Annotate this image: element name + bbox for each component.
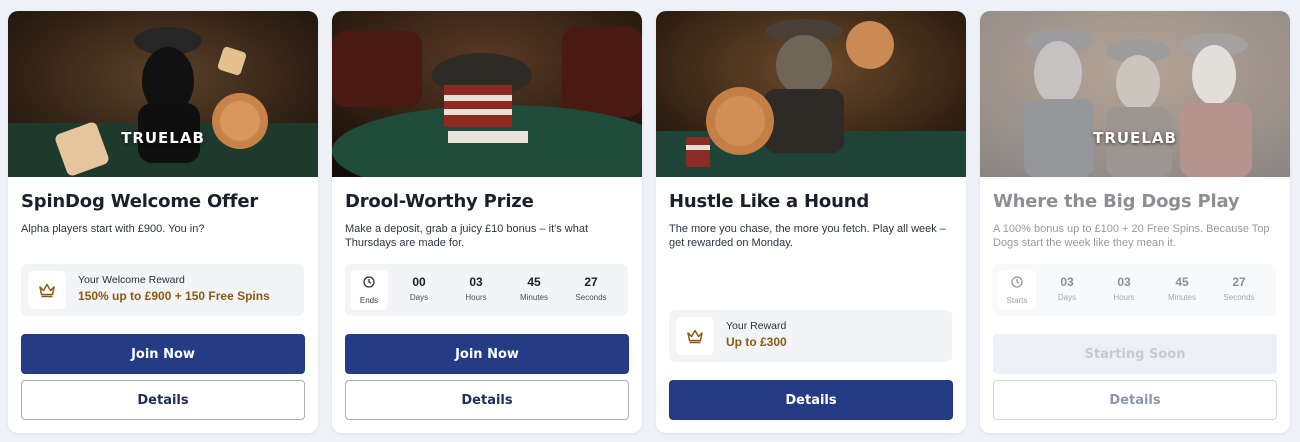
reward-box: Your Reward Up to £300 <box>669 310 952 362</box>
timer-status: Ends <box>350 270 388 310</box>
promo-card-hustle-hound: Hustle Like a Hound The more you chase, … <box>656 11 966 433</box>
promo-description: Make a deposit, grab a juicy £10 bonus –… <box>345 223 589 249</box>
reward-value: Up to £300 <box>726 335 787 349</box>
promo-description: The more you chase, the more you fetch. … <box>669 223 946 249</box>
promo-title: Where the Big Dogs Play <box>993 191 1240 212</box>
timer-days: 03 Days <box>1057 275 1077 302</box>
reward-label: Your Reward <box>726 320 787 332</box>
clock-icon <box>363 276 375 288</box>
timer-seconds: 27 Seconds <box>1223 275 1255 302</box>
timer-status-label: Starts <box>1006 296 1028 305</box>
details-button[interactable]: Details <box>669 380 953 420</box>
crown-icon <box>28 271 66 309</box>
promo-image-three-dogs <box>980 11 1290 177</box>
join-now-button[interactable]: Join Now <box>21 334 305 374</box>
countdown-timer: Starts 03 Days 03 Hours 45 Minutes 27 Second… <box>993 264 1276 316</box>
promo-description: Alpha players start with £900. You in? <box>21 223 205 235</box>
timer-minutes: 45 Minutes <box>1167 275 1196 302</box>
promo-image-poker-table <box>332 11 642 177</box>
countdown-timer: Ends 00 Days 03 Hours 45 Minutes 27 Seconds <box>345 264 628 316</box>
promo-card-drool-worthy: Drool-Worthy Prize Make a deposit, grab … <box>332 11 642 433</box>
promo-card-spindog-welcome: TRUELAB SpinDog Welcome Offer Alpha play… <box>8 11 318 433</box>
crown-icon <box>676 317 714 355</box>
promo-title: SpinDog Welcome Offer <box>21 191 258 212</box>
promo-image-dog-with-dice <box>8 11 318 177</box>
timer-seconds: 27 Seconds <box>575 275 607 302</box>
truelab-logo: TRUELAB <box>1093 129 1177 147</box>
join-now-button[interactable]: Join Now <box>345 334 629 374</box>
promo-description: A 100% bonus up to £100 + 20 Free Spins.… <box>993 223 1270 249</box>
clock-icon <box>1011 276 1023 288</box>
timer-hours: 03 Hours <box>465 275 487 302</box>
reward-value: 150% up to £900 + 150 Free Spins <box>78 289 270 303</box>
timer-hours: 03 Hours <box>1113 275 1135 302</box>
timer-status-label: Ends <box>359 296 379 305</box>
promo-title: Hustle Like a Hound <box>669 191 870 212</box>
timer-minutes: 45 Minutes <box>519 275 548 302</box>
promo-card-big-dogs: TRUELAB Where the Big Dogs Play A 100% b… <box>980 11 1290 433</box>
reward-box: Your Welcome Reward 150% up to £900 + 15… <box>21 264 304 316</box>
details-button[interactable]: Details <box>345 380 629 420</box>
details-button[interactable]: Details <box>21 380 305 420</box>
reward-label: Your Welcome Reward <box>78 274 185 286</box>
promo-title: Drool-Worthy Prize <box>345 191 534 212</box>
promo-image-dog-with-cigar <box>656 11 966 177</box>
timer-status: Starts <box>998 270 1036 310</box>
promotions-row: TRUELAB SpinDog Welcome Offer Alpha play… <box>0 0 1300 442</box>
timer-days: 00 Days <box>409 275 429 302</box>
details-button[interactable]: Details <box>993 380 1277 420</box>
starting-soon-button[interactable]: Starting Soon <box>993 334 1277 374</box>
truelab-logo: TRUELAB <box>121 129 205 147</box>
